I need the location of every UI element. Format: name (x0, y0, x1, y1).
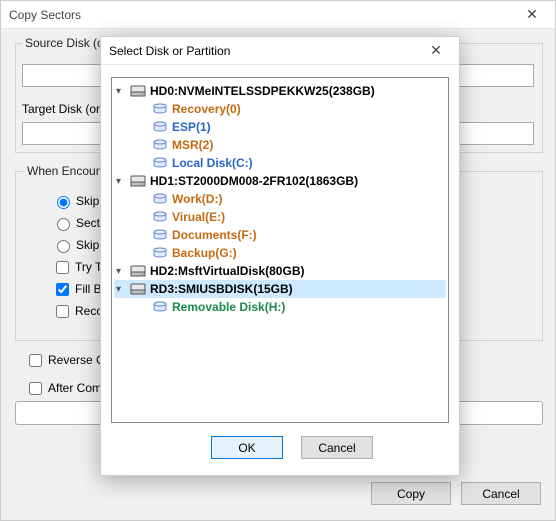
tree-node-label: Local Disk(C:) (172, 156, 253, 170)
tree-node-label: HD0:NVMeINTELSSDPEKKW25(238GB) (150, 84, 375, 98)
tree-collapse-icon[interactable]: ▾ (116, 86, 126, 96)
select-disk-title: Select Disk or Partition (109, 44, 230, 58)
disk-icon (130, 264, 146, 278)
tree-collapse-icon[interactable]: ▾ (116, 266, 126, 276)
tree-node-label: Removable Disk(H:) (172, 300, 285, 314)
tree-disk-node[interactable]: ▾ RD3:SMIUSBDISK(15GB) (114, 280, 446, 298)
copy-sectors-title: Copy Sectors (9, 8, 81, 22)
check-reverse[interactable]: Reverse Co (25, 349, 111, 371)
partition-icon (152, 102, 168, 116)
tree-node-label: RD3:SMIUSBDISK(15GB) (150, 282, 293, 296)
partition-icon (152, 246, 168, 260)
partition-icon (152, 156, 168, 170)
partition-icon (152, 120, 168, 134)
tree-node-label: HD2:MsftVirtualDisk(80GB) (150, 264, 304, 278)
source-label: Source Disk (or (22, 36, 111, 50)
tree-node-label: Backup(G:) (172, 246, 237, 260)
disk-icon (130, 282, 146, 296)
tree-node-label: Documents(F:) (172, 228, 257, 242)
modal-close-icon[interactable]: ✕ (421, 37, 451, 65)
partition-icon (152, 210, 168, 224)
partition-icon (152, 228, 168, 242)
copy-sectors-titlebar: Copy Sectors ✕ (1, 1, 555, 29)
disk-icon (130, 84, 146, 98)
tree-node-label: Work(D:) (172, 192, 222, 206)
tree-partition-node[interactable]: Documents(F:) (136, 226, 446, 244)
close-icon[interactable]: ✕ (517, 1, 547, 29)
tree-node-label: Recovery(0) (172, 102, 241, 116)
partition-icon (152, 192, 168, 206)
check-after[interactable]: After Comp (25, 377, 109, 399)
ok-button[interactable]: OK (211, 436, 283, 459)
tree-node-label: Virual(E:) (172, 210, 225, 224)
select-disk-titlebar: Select Disk or Partition ✕ (101, 37, 459, 65)
cancel-button[interactable]: Cancel (461, 482, 541, 505)
tree-disk-node[interactable]: ▾ HD2:MsftVirtualDisk(80GB) (114, 262, 446, 280)
tree-node-label: HD1:ST2000DM008-2FR102(1863GB) (150, 174, 358, 188)
partition-icon (152, 138, 168, 152)
modal-cancel-button[interactable]: Cancel (301, 436, 373, 459)
tree-partition-node[interactable]: Recovery(0) (136, 100, 446, 118)
tree-disk-node[interactable]: ▾ HD0:NVMeINTELSSDPEKKW25(238GB) (114, 82, 446, 100)
disk-tree[interactable]: ▾ HD0:NVMeINTELSSDPEKKW25(238GB) Recovery(… (111, 77, 449, 423)
tree-partition-node[interactable]: Work(D:) (136, 190, 446, 208)
tree-partition-node[interactable]: MSR(2) (136, 136, 446, 154)
partition-icon (152, 300, 168, 314)
tree-node-label: ESP(1) (172, 120, 211, 134)
copy-button[interactable]: Copy (371, 482, 451, 505)
tree-collapse-icon[interactable]: ▾ (116, 284, 126, 294)
tree-partition-node[interactable]: Virual(E:) (136, 208, 446, 226)
select-disk-window: Select Disk or Partition ✕ ▾ HD0:NVMeINTE… (100, 36, 460, 476)
tree-collapse-icon[interactable]: ▾ (116, 176, 126, 186)
target-label: Target Disk (or (22, 102, 100, 116)
when-encount-label: When Encount (24, 164, 109, 178)
tree-disk-node[interactable]: ▾ HD1:ST2000DM008-2FR102(1863GB) (114, 172, 446, 190)
tree-node-label: MSR(2) (172, 138, 213, 152)
tree-partition-node[interactable]: Backup(G:) (136, 244, 446, 262)
disk-icon (130, 174, 146, 188)
tree-partition-node[interactable]: Removable Disk(H:) (136, 298, 446, 316)
tree-partition-node[interactable]: Local Disk(C:) (136, 154, 446, 172)
tree-partition-node[interactable]: ESP(1) (136, 118, 446, 136)
